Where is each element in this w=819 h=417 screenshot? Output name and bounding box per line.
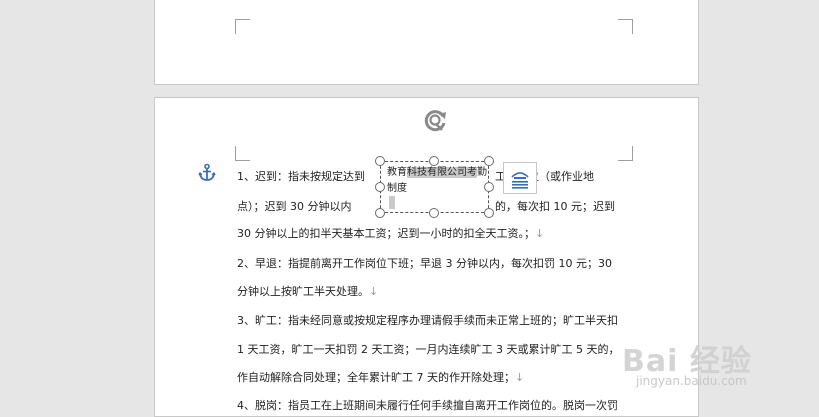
layout-options-button[interactable]	[503, 162, 537, 194]
margin-corner-top-right	[618, 146, 633, 161]
page-previous	[154, 0, 699, 85]
paragraph-mark: ↓	[515, 371, 525, 384]
resize-handle-right[interactable]	[484, 182, 494, 192]
text-segment: 1 天工资，旷工一天扣罚 2 天工资；一月内连续旷工 3 天或累计旷工 5 天的…	[237, 343, 620, 356]
text-selection-bar	[389, 196, 395, 209]
resize-handle-top[interactable]	[429, 156, 439, 166]
resize-handle-top-left[interactable]	[375, 156, 385, 166]
resize-handle-bottom-left[interactable]	[375, 208, 385, 218]
text-line-4[interactable]: 2、早退：指提前离开工作岗位下班；早退 3 分钟以内，每次扣罚 10 元；30	[237, 256, 612, 272]
paragraph-mark: ↓	[535, 227, 545, 240]
text-line-1[interactable]: 1、迟到：指未按规定达到 工作岗位（或作业地	[237, 169, 594, 185]
margin-corner-top-left	[235, 19, 250, 34]
anchor-icon[interactable]	[197, 163, 217, 183]
baidu-jingyan-watermark: Bai 经验 jingyan.baidu.com	[622, 336, 812, 398]
layout-options-icon	[511, 172, 529, 189]
paragraph-mark: ↓	[369, 285, 379, 298]
text-line-5[interactable]: 分钟以上按旷工半天处理。↓	[237, 284, 378, 300]
text-segment: 分钟以上按旷工半天处理。	[237, 285, 369, 298]
resize-handle-left[interactable]	[375, 182, 385, 192]
text-line-9[interactable]: 4、脱岗：指员工在上班期间未履行任何手续擅自离开工作岗位的。脱岗一次罚	[237, 398, 618, 414]
text-line-3[interactable]: 30 分钟以上的扣半天基本工资；迟到一小时的扣全天工资。；↓	[237, 226, 544, 242]
rotate-handle-icon[interactable]	[419, 105, 451, 137]
resize-handle-bottom[interactable]	[429, 208, 439, 218]
text-box[interactable]: 教育科技有限公司考勤制度	[380, 161, 489, 213]
watermark-url: jingyan.baidu.com	[636, 374, 747, 388]
text-segment: 1、迟到：指未按规定达到	[237, 170, 365, 183]
text-box-text-prefix: 教育	[387, 167, 407, 178]
text-segment: 4、脱岗：指员工在上班期间未履行任何手续擅自离开工作岗位的。脱岗一次罚	[237, 399, 618, 412]
margin-corner-top-left	[235, 146, 250, 161]
text-segment: 3、旷工：指未经同意或按规定程序办理请假手续而未正常上班的；旷工半天扣	[237, 314, 618, 327]
text-segment: 的，每次扣 10 元；迟到	[495, 200, 615, 213]
text-line-6[interactable]: 3、旷工：指未经同意或按规定程序办理请假手续而未正常上班的；旷工半天扣	[237, 313, 618, 329]
text-segment: 2、早退：指提前离开工作岗位下班；早退 3 分钟以内，每次扣罚 10 元；30	[237, 257, 612, 270]
text-segment: 作自动解除合同处理；全年累计旷工 7 天的作开除处理；	[237, 371, 515, 384]
text-selection: 科技有限公司考	[407, 167, 477, 178]
text-segment: 30 分钟以上的扣半天基本工资；迟到一小时的扣全天工资。；	[237, 227, 535, 240]
margin-corner-top-right	[618, 19, 633, 34]
resize-handle-top-right[interactable]	[484, 156, 494, 166]
text-box-content[interactable]: 教育科技有限公司考勤制度	[387, 165, 487, 197]
text-line-8[interactable]: 作自动解除合同处理；全年累计旷工 7 天的作开除处理；↓	[237, 370, 524, 386]
text-line-2[interactable]: 点）；迟到 30 分钟以内 的，每次扣 10 元；迟到	[237, 199, 615, 215]
text-segment: 点）；迟到 30 分钟以内	[237, 200, 352, 213]
resize-handle-bottom-right[interactable]	[484, 208, 494, 218]
text-line-7[interactable]: 1 天工资，旷工一天扣罚 2 天工资；一月内连续旷工 3 天或累计旷工 5 天的…	[237, 342, 619, 358]
